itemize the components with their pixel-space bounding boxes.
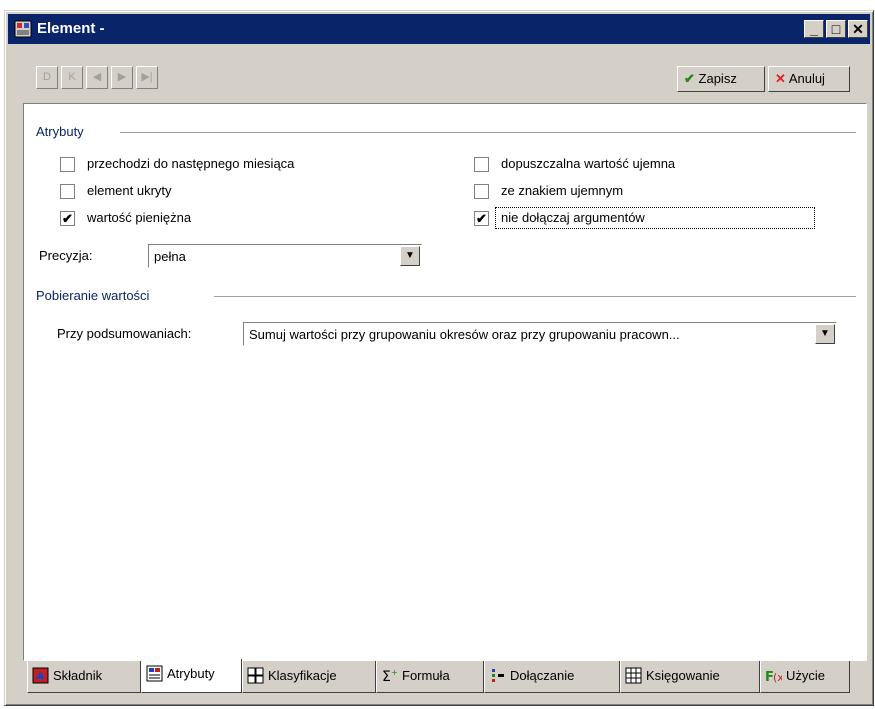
minimize-icon: _ — [810, 21, 818, 37]
precision-select[interactable]: pełna ▼ — [148, 244, 422, 268]
cancel-label: Anuluj — [788, 71, 825, 86]
checkbox-no-arguments-mark: ✔ — [476, 211, 487, 226]
summaries-select[interactable]: Sumuj wartości przy grupowaniu okresów o… — [243, 322, 837, 346]
chevron-down-icon: ▼ — [405, 250, 415, 261]
checkbox-next-month-label: przechodzi do następnego miesiąca — [87, 156, 295, 171]
tab-klasyfikacje-label: Klasyfikacje — [268, 668, 337, 683]
tab-ksiegowanie-label: Księgowanie — [646, 668, 720, 683]
summaries-label: Przy podsumowaniach: — [57, 326, 192, 341]
dolaczanie-icon — [492, 669, 504, 683]
tab-skladnik-label: Składnik — [53, 668, 103, 683]
checkbox-monetary-value-label: wartość pieniężna — [87, 210, 192, 225]
svg-text:Σ: Σ — [382, 669, 391, 684]
checkbox-next-month[interactable] — [60, 157, 75, 172]
cancel-button[interactable]: ✕ Anuluj — [768, 66, 850, 92]
checkbox-monetary-value[interactable]: ✔ — [60, 211, 75, 226]
fetching-group-divider — [214, 296, 856, 297]
attributes-group-divider — [120, 132, 856, 133]
cross-icon: ✕ — [775, 71, 786, 86]
precision-dropdown-button[interactable]: ▼ — [400, 246, 420, 266]
tab-klasyfikacje[interactable]: Klasyfikacje — [242, 661, 376, 693]
klasyfikacje-icon — [247, 667, 264, 684]
close-button[interactable]: ✕ — [848, 20, 868, 38]
window-title: Element - — [37, 20, 105, 37]
summaries-dropdown-button[interactable]: ▼ — [815, 324, 835, 344]
tab-skladnik[interactable]: Składnik — [27, 661, 141, 693]
nav-first-button[interactable]: D — [36, 66, 58, 89]
attributes-group-label: Atrybuty — [36, 124, 84, 139]
uzycie-icon: F (x) — [765, 670, 782, 684]
skladnik-icon — [32, 667, 49, 684]
checkbox-monetary-value-mark: ✔ — [62, 211, 73, 226]
checkbox-hidden-element-label: element ukryty — [87, 183, 172, 198]
checkbox-negative-sign[interactable] — [474, 184, 489, 199]
arrow-right-icon: ▶ — [117, 71, 127, 83]
attributes-panel: Atrybuty przechodzi do następnego miesią… — [23, 103, 867, 661]
precision-value: pełna — [154, 249, 186, 264]
svg-text:+: + — [391, 668, 398, 677]
tab-uzycie-label: Użycie — [786, 668, 826, 683]
maximize-button[interactable]: □ — [826, 20, 846, 38]
checkbox-no-arguments[interactable]: ✔ — [474, 211, 489, 226]
maximize-icon: □ — [831, 21, 841, 37]
tab-dolaczanie[interactable]: Dołączanie — [484, 661, 620, 693]
nav-next-button[interactable]: ▶ — [111, 66, 133, 89]
nav-prev-button[interactable]: ◀ — [86, 66, 108, 89]
checkbox-hidden-element[interactable] — [60, 184, 75, 199]
checkbox-negative-allowed[interactable] — [474, 157, 489, 172]
tab-uzycie[interactable]: F (x) Użycie — [760, 661, 850, 693]
title-bar[interactable]: Element - _ □ ✕ — [8, 14, 870, 44]
tab-formula[interactable]: Σ + Formuła — [376, 661, 484, 693]
ksiegowanie-icon — [625, 667, 642, 684]
tab-formula-label: Formuła — [402, 668, 450, 683]
arrow-left-icon: ◀ — [92, 71, 102, 83]
chevron-down-icon: ▼ — [820, 328, 830, 339]
fetching-group-label: Pobieranie wartości — [36, 288, 150, 303]
precision-label: Precyzja: — [39, 248, 93, 263]
minimize-button[interactable]: _ — [804, 20, 824, 38]
tab-atrybuty[interactable]: Atrybuty — [141, 659, 242, 693]
nav-prev-page-button[interactable]: K — [61, 66, 83, 89]
tab-ksiegowanie[interactable]: Księgowanie — [620, 661, 760, 693]
app-icon — [14, 20, 32, 38]
checkbox-no-arguments-label: nie dołączaj argumentów — [501, 210, 645, 225]
checkbox-negative-sign-label: ze znakiem ujemnym — [501, 183, 624, 198]
atrybuty-icon — [146, 665, 163, 682]
nav-last-button[interactable]: ▶| — [136, 66, 158, 89]
formula-icon: Σ + — [382, 668, 398, 684]
svg-text:(x): (x) — [773, 671, 782, 684]
tab-dolaczanie-label: Dołączanie — [510, 668, 575, 683]
element-window: Element - _ □ ✕ D K ◀ ▶ ▶| ✔ Zapisz ✕ An… — [4, 10, 874, 706]
checkmark-icon: ✔ — [684, 71, 695, 86]
checkbox-negative-allowed-label: dopuszczalna wartość ujemna — [501, 156, 676, 171]
summaries-value: Sumuj wartości przy grupowaniu okresów o… — [249, 327, 680, 342]
skip-forward-icon: ▶| — [141, 71, 153, 83]
tab-atrybuty-label: Atrybuty — [167, 666, 215, 681]
close-icon: ✕ — [852, 21, 864, 37]
save-label: Zapisz — [698, 71, 737, 86]
skip-back-icon: K — [68, 71, 76, 83]
save-button[interactable]: ✔ Zapisz — [677, 66, 765, 92]
play-icon: D — [43, 71, 51, 83]
